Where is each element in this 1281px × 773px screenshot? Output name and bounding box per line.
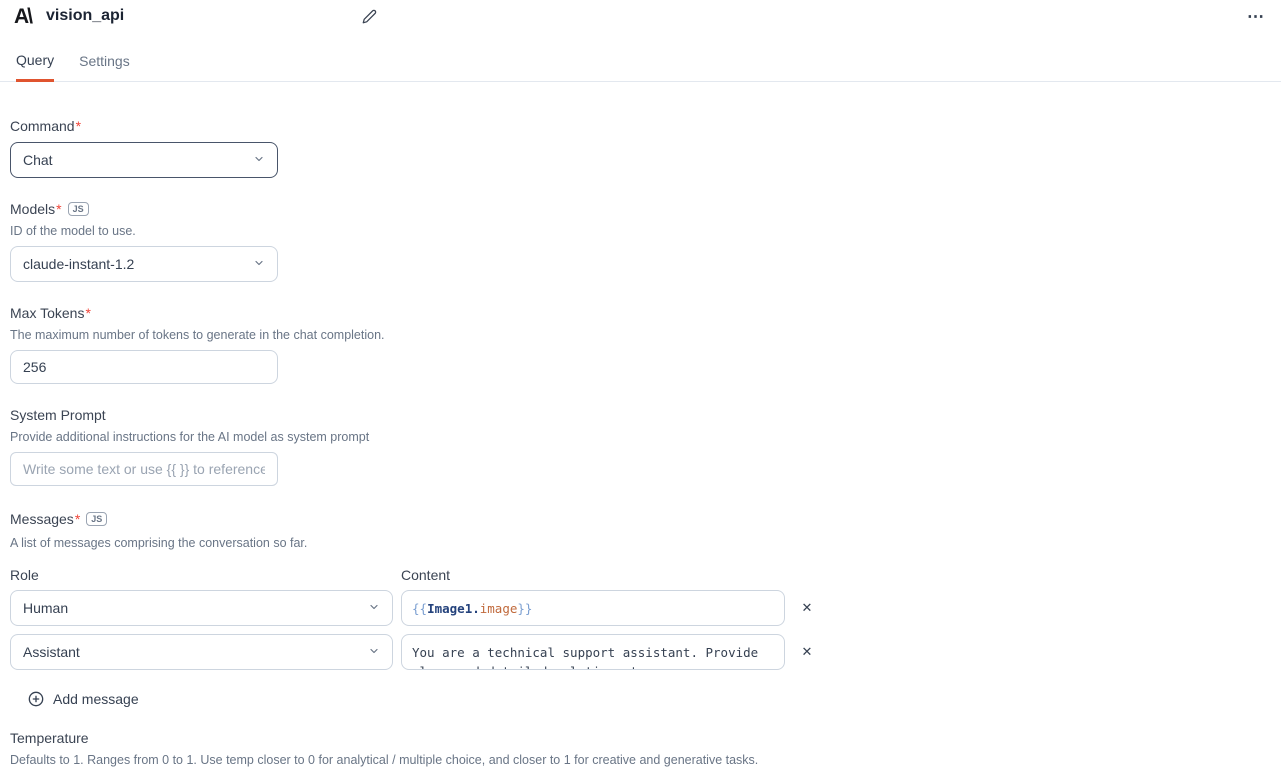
models-label: Models*JS [10,201,1265,217]
add-message-button[interactable]: Add message [28,691,139,707]
message-role-value: Human [23,600,68,616]
token-brace-close: }} [517,601,532,616]
message-content-input[interactable]: {{Image1.image}} [401,590,785,626]
system-prompt-help-text: Provide additional instructions for the … [10,430,1265,444]
message-role-select[interactable]: Human [10,590,393,626]
tab-bar: Query Settings [0,52,1281,82]
message-content-input[interactable]: You are a technical support assistant. P… [401,634,785,670]
js-badge[interactable]: JS [68,202,89,216]
token-object: Image1 [427,601,472,616]
tab-settings[interactable]: Settings [79,52,130,81]
tab-query[interactable]: Query [16,52,54,82]
models-help-text: ID of the model to use. [10,224,1265,238]
token-property: image [480,601,518,616]
plus-circle-icon [28,691,44,707]
token-dot: . [472,601,480,616]
command-field: Command* Chat [10,118,1265,178]
query-form: Command* Chat Models*JS ID of the model … [0,82,1281,773]
system-prompt-label: System Prompt [10,407,1265,423]
pencil-icon [362,9,377,24]
required-asterisk: * [76,118,81,134]
chevron-down-icon [253,256,265,272]
chevron-down-icon [253,152,265,168]
anthropic-logo-icon: A\ [14,6,31,27]
temperature-label: Temperature [10,730,1265,746]
content-column-header: Content [401,567,785,583]
message-role-select[interactable]: Assistant [10,634,393,670]
close-icon: ✕ [802,644,813,659]
models-field: Models*JS ID of the model to use. claude… [10,201,1265,282]
js-badge[interactable]: JS [86,512,107,526]
role-column-header: Role [10,567,393,583]
max-tokens-help-text: The maximum number of tokens to generate… [10,328,1265,342]
messages-field: Messages*JS A list of messages comprisin… [10,511,1265,707]
max-tokens-label: Max Tokens* [10,305,1265,321]
query-editor-page: A\ vision_api ⋯ Query Settings Command* … [0,0,1281,773]
header: A\ vision_api ⋯ [0,0,1281,28]
max-tokens-field: Max Tokens* The maximum number of tokens… [10,305,1265,384]
ellipsis-icon: ⋯ [1247,7,1265,26]
required-asterisk: * [56,201,61,217]
chevron-down-icon [368,600,380,616]
command-select-value: Chat [23,152,53,168]
temperature-help-text: Defaults to 1. Ranges from 0 to 1. Use t… [10,753,1265,767]
chevron-down-icon [368,644,380,660]
messages-list: Role Content Human {{Image1.image}} ✕ As… [10,567,1265,670]
models-select[interactable]: claude-instant-1.2 [10,246,278,282]
edit-title-button[interactable] [362,9,377,24]
command-label: Command* [10,118,1265,134]
system-prompt-field: System Prompt Provide additional instruc… [10,407,1265,486]
command-select[interactable]: Chat [10,142,278,178]
remove-message-button[interactable]: ✕ [793,600,821,616]
max-tokens-input[interactable] [10,350,278,384]
system-prompt-input[interactable] [10,452,278,486]
page-title: vision_api [46,7,124,25]
required-asterisk: * [75,511,80,527]
required-asterisk: * [85,305,90,321]
message-role-value: Assistant [23,644,80,660]
models-select-value: claude-instant-1.2 [23,256,134,272]
close-icon: ✕ [802,600,813,615]
remove-message-button[interactable]: ✕ [793,644,821,660]
more-options-button[interactable]: ⋯ [1247,8,1265,25]
temperature-field: Temperature Defaults to 1. Ranges from 0… [10,730,1265,773]
messages-help-text: A list of messages comprising the conver… [10,536,1265,550]
messages-label: Messages*JS [10,511,1265,527]
add-message-label: Add message [53,691,139,707]
token-brace-open: {{ [412,601,427,616]
